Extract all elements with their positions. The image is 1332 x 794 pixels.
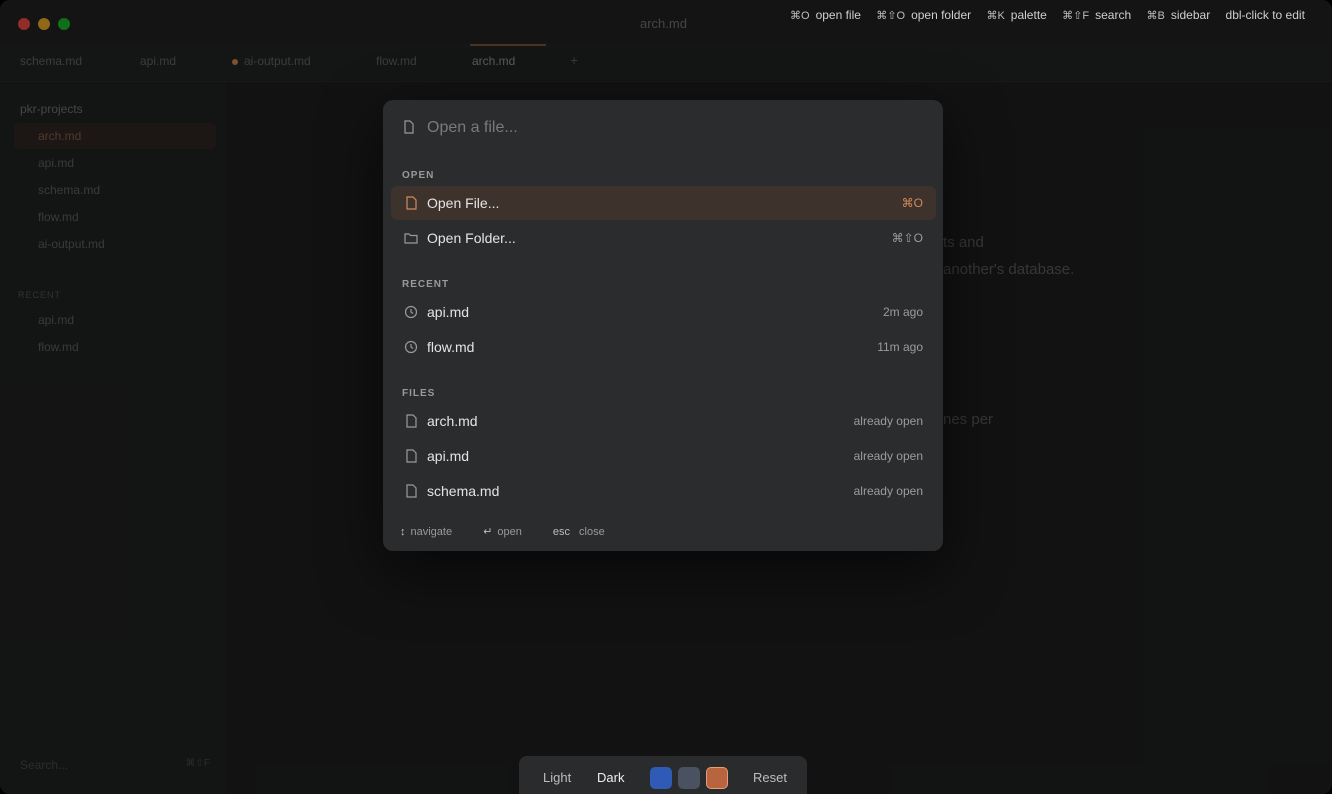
palette-search xyxy=(401,118,921,138)
open-folder-item[interactable]: Open Folder... ⌘⇧O xyxy=(391,221,936,255)
open-file-shortcut: ⌘O xyxy=(901,196,923,210)
hint-label: open file xyxy=(815,8,861,22)
file-icon xyxy=(406,196,417,210)
file-icon xyxy=(406,414,417,428)
hint-sidebar: ⌘B sidebar xyxy=(1146,8,1210,22)
file-icon xyxy=(406,449,417,463)
file-item-status: already open xyxy=(853,449,923,463)
file-item-status: already open xyxy=(853,484,923,498)
theme-reset-button[interactable]: Reset xyxy=(753,770,787,785)
footer-open-label: open xyxy=(497,526,522,538)
file-item-label: api.md xyxy=(427,448,470,464)
palette-footer: ↕ navigate ↵ open esc close xyxy=(400,525,633,538)
hint-label: palette xyxy=(1010,8,1047,22)
hint-key: ⌘O xyxy=(790,10,810,22)
hint-label: dbl-click to edit xyxy=(1225,8,1305,22)
open-folder-label: Open Folder... xyxy=(427,230,516,246)
footer-close: esc close xyxy=(553,526,619,538)
hint-palette: ⌘K palette xyxy=(986,8,1046,22)
recent-item-time: 2m ago xyxy=(882,305,923,319)
hint-key: ⌘⇧O xyxy=(876,10,906,22)
file-item[interactable]: arch.md already open xyxy=(391,404,936,438)
file-item[interactable]: schema.md already open xyxy=(391,474,936,508)
footer-navigate: ↕ navigate xyxy=(400,526,466,538)
theme-light-button[interactable]: Light xyxy=(543,770,571,785)
swatch-slate[interactable] xyxy=(678,767,700,789)
recent-item-label: flow.md xyxy=(427,339,475,355)
footer-close-label: close xyxy=(579,526,605,538)
clock-icon xyxy=(404,305,418,319)
hint-dbl-click: dbl-click to edit xyxy=(1226,8,1305,22)
file-icon xyxy=(404,120,414,134)
hint-key: ⌘K xyxy=(986,10,1005,22)
clock-icon xyxy=(404,340,418,354)
recent-item-label: api.md xyxy=(427,304,470,320)
command-palette: OPEN Open File... ⌘O Open Folder... ⌘⇧O … xyxy=(383,100,943,551)
hint-key: ⌘B xyxy=(1146,10,1165,22)
theme-dark-button[interactable]: Dark xyxy=(597,770,624,785)
hint-key: ⌘⇧F xyxy=(1062,10,1090,22)
folder-icon xyxy=(404,233,418,244)
hint-open-folder: ⌘⇧O open folder xyxy=(876,8,971,22)
hint-open-file: ⌘O open file xyxy=(790,8,861,22)
open-file-item[interactable]: Open File... ⌘O xyxy=(391,186,936,220)
file-item-label: arch.md xyxy=(427,413,478,429)
enter-icon: ↵ xyxy=(483,526,493,538)
swatch-orange[interactable] xyxy=(706,767,728,789)
file-item[interactable]: api.md already open xyxy=(391,439,936,473)
file-item-status: already open xyxy=(853,414,923,428)
file-item-label: schema.md xyxy=(427,483,500,499)
hint-search: ⌘⇧F search xyxy=(1062,8,1131,22)
recent-item[interactable]: api.md 2m ago xyxy=(391,295,936,329)
section-files: FILES xyxy=(402,388,436,399)
app-window: arch.md schema.md api.md ai-output.md fl… xyxy=(0,0,1332,794)
shortcut-hints: ⌘O open file ⌘⇧O open folder ⌘K palette ⌘⇧F… xyxy=(790,8,1317,22)
section-recent: RECENT xyxy=(402,279,450,290)
recent-item-time: 11m ago xyxy=(877,340,923,354)
hint-label: search xyxy=(1095,8,1132,22)
theme-switcher: Light Dark Reset xyxy=(519,756,807,794)
hint-label: sidebar xyxy=(1170,8,1211,22)
section-open: OPEN xyxy=(402,170,435,181)
swatch-blue[interactable] xyxy=(650,767,672,789)
footer-navigate-label: navigate xyxy=(410,526,453,538)
recent-item[interactable]: flow.md 11m ago xyxy=(391,330,936,364)
hint-label: open folder xyxy=(911,8,972,22)
file-icon xyxy=(406,484,417,498)
palette-search-input[interactable] xyxy=(427,118,907,138)
open-file-label: Open File... xyxy=(427,195,500,211)
esc-key: esc xyxy=(552,526,571,538)
footer-open: ↵ open xyxy=(483,526,536,538)
up-down-icon: ↕ xyxy=(400,526,406,538)
open-folder-shortcut: ⌘⇧O xyxy=(891,231,923,245)
